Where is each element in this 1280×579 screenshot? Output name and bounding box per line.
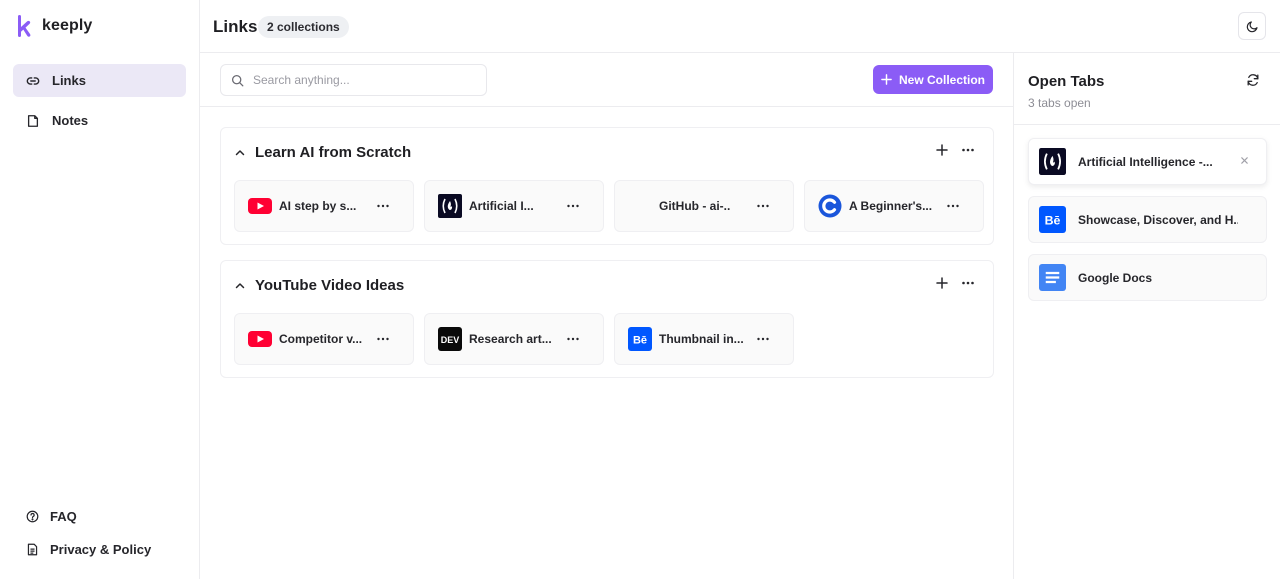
google-docs-icon — [1039, 264, 1066, 291]
search-box[interactable] — [220, 64, 487, 96]
link-cards: Competitor v... DEV Research art... Bē T… — [234, 313, 794, 365]
collection-title: Learn AI from Scratch — [255, 144, 412, 161]
sidebar-item-label: Notes — [52, 113, 89, 128]
link-cards: AI step by s... Artificial I... GitHub -… — [234, 180, 984, 232]
link-title: Research art... — [469, 332, 552, 346]
sidebar-nav: Links Notes — [13, 64, 186, 144]
open-tabs-list: Artificial Intelligence -... Bē Showcase… — [1028, 138, 1267, 312]
more-icon[interactable] — [756, 201, 770, 211]
c-logo-icon — [818, 194, 842, 218]
link-title: A Beginner's... — [849, 199, 933, 213]
page-header: Links 2 collections — [200, 0, 1280, 53]
link-card[interactable]: Competitor v... — [234, 313, 414, 365]
collection-title: YouTube Video Ideas — [255, 277, 405, 294]
open-tab-title: Showcase, Discover, and H... — [1078, 212, 1238, 227]
help-circle-icon — [26, 510, 39, 522]
collection-header[interactable]: YouTube Video Ideas — [235, 277, 404, 294]
freecodecamp-icon — [438, 194, 462, 218]
collection-actions — [935, 276, 975, 290]
app-name: keeply — [42, 17, 93, 34]
behance-icon-text: Bē — [633, 335, 647, 347]
open-tab-title: Artificial Intelligence -... — [1078, 154, 1213, 169]
add-link-icon[interactable] — [935, 276, 949, 290]
link-card[interactable]: Bē Thumbnail in... — [614, 313, 794, 365]
link-card[interactable]: AI step by s... — [234, 180, 414, 232]
freecodecamp-icon — [1039, 148, 1066, 175]
behance-icon: Bē — [628, 327, 652, 351]
more-icon[interactable] — [566, 334, 580, 344]
app-logo[interactable]: keeply — [16, 15, 92, 37]
more-icon[interactable] — [961, 143, 975, 157]
theme-toggle-button[interactable] — [1238, 12, 1266, 40]
search-icon — [231, 74, 244, 86]
open-tabs-panel: Open Tabs 3 tabs open Artificial Intelli… — [1013, 53, 1280, 579]
behance-icon: Bē — [1039, 206, 1066, 233]
faq-link[interactable]: FAQ — [26, 506, 151, 526]
collection-actions — [935, 143, 975, 157]
close-icon[interactable] — [1240, 156, 1249, 165]
collection-learn-ai: Learn AI from Scratch AI step by s... Ar… — [220, 127, 994, 245]
note-icon — [27, 114, 39, 127]
more-icon[interactable] — [961, 276, 975, 290]
privacy-policy-link[interactable]: Privacy & Policy — [26, 539, 151, 559]
link-card[interactable]: Artificial I... — [424, 180, 604, 232]
moon-icon — [1246, 20, 1258, 32]
document-icon — [27, 543, 38, 555]
sidebar-item-notes[interactable]: Notes — [13, 104, 186, 137]
plus-icon — [881, 74, 892, 85]
chevron-up-icon[interactable] — [235, 281, 245, 291]
link-card[interactable]: DEV Research art... — [424, 313, 604, 365]
more-icon[interactable] — [566, 201, 580, 211]
link-title: Artificial I... — [469, 199, 534, 213]
more-icon[interactable] — [946, 201, 960, 211]
new-collection-button[interactable]: New Collection — [873, 65, 993, 94]
collection-youtube-ideas: YouTube Video Ideas Competitor v... DEV … — [220, 260, 994, 378]
open-tab-item[interactable]: Bē Showcase, Discover, and H... — [1028, 196, 1267, 243]
links-toolbar: New Collection — [200, 53, 1013, 107]
link-title: Thumbnail in... — [659, 332, 744, 346]
sidebar-item-label: Links — [52, 73, 86, 88]
open-tabs-count: 3 tabs open — [1028, 96, 1091, 110]
sidebar: keeply Links Notes FAQ Privacy & Policy — [0, 0, 200, 579]
page-title: Links — [213, 17, 258, 36]
add-link-icon[interactable] — [935, 143, 949, 157]
link-title: AI step by s... — [279, 199, 357, 213]
more-icon[interactable] — [376, 201, 390, 211]
sidebar-footer: FAQ Privacy & Policy — [26, 506, 151, 572]
collections-count-badge: 2 collections — [258, 16, 349, 38]
open-tabs-title: Open Tabs — [1028, 73, 1105, 90]
youtube-icon — [248, 194, 272, 218]
open-tab-item[interactable]: Google Docs — [1028, 254, 1267, 301]
dev-icon-text: DEV — [441, 335, 460, 345]
chevron-up-icon[interactable] — [235, 148, 245, 158]
faq-label: FAQ — [50, 508, 77, 524]
collection-header[interactable]: Learn AI from Scratch — [235, 144, 411, 161]
keeply-logo-icon — [18, 15, 31, 37]
link-title: Competitor v... — [279, 332, 363, 346]
more-icon[interactable] — [756, 334, 770, 344]
open-tab-title: Google Docs — [1078, 270, 1153, 285]
youtube-icon — [248, 327, 272, 351]
search-input[interactable] — [253, 73, 473, 87]
new-collection-label: New Collection — [898, 72, 985, 87]
link-card[interactable]: A Beginner's... — [804, 180, 984, 232]
behance-icon-text: Bē — [1045, 214, 1061, 228]
more-icon[interactable] — [376, 334, 390, 344]
link-card[interactable]: GitHub - ai-... — [614, 180, 794, 232]
open-tab-item[interactable]: Artificial Intelligence -... — [1028, 138, 1267, 185]
refresh-icon[interactable] — [1246, 73, 1260, 87]
link-title: GitHub - ai-... — [659, 199, 731, 213]
link-icon — [26, 76, 40, 85]
dev-icon: DEV — [438, 327, 462, 351]
privacy-policy-label: Privacy & Policy — [50, 541, 152, 557]
panel-divider — [1014, 124, 1280, 125]
sidebar-item-links[interactable]: Links — [13, 64, 186, 97]
